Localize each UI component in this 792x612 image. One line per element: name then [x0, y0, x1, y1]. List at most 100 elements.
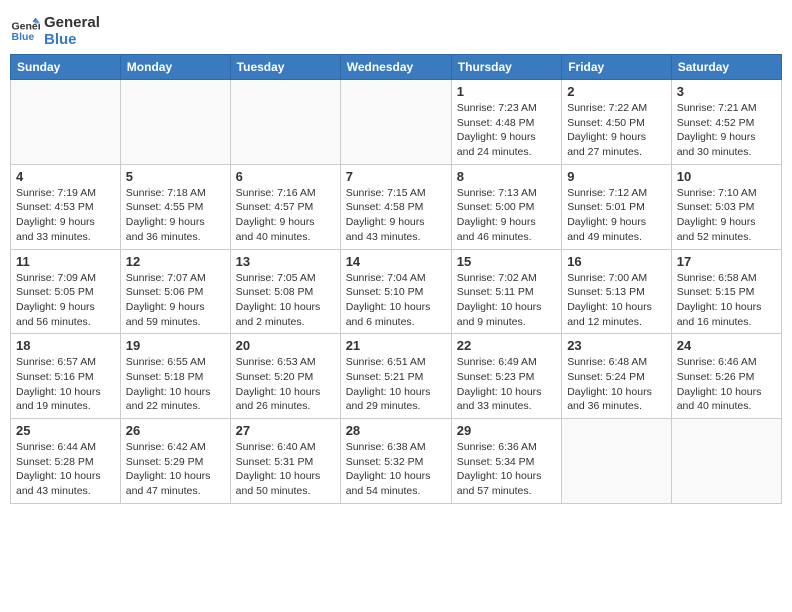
weekday-header-tuesday: Tuesday — [230, 55, 340, 80]
day-number: 10 — [677, 169, 776, 184]
day-info: Sunrise: 7:13 AM Sunset: 5:00 PM Dayligh… — [457, 186, 556, 245]
calendar-cell — [11, 80, 121, 165]
day-info: Sunrise: 6:36 AM Sunset: 5:34 PM Dayligh… — [457, 440, 556, 499]
calendar-cell: 25Sunrise: 6:44 AM Sunset: 5:28 PM Dayli… — [11, 419, 121, 504]
calendar-cell: 10 Sunrise: 7:10 AM Sunset: 5:03 PM Dayli… — [671, 164, 781, 249]
day-info: Sunrise: 6:49 AM Sunset: 5:23 PM Dayligh… — [457, 355, 556, 414]
calendar-cell: 4 Sunrise: 7:19 AM Sunset: 4:53 PM Daylig… — [11, 164, 121, 249]
day-number: 12 — [126, 254, 225, 269]
day-info: Sunrise: 6:48 AM Sunset: 5:24 PM Dayligh… — [567, 355, 666, 414]
calendar-cell: 20 Sunrise: 6:53 AM Sunset: 5:20 PM Dayli… — [230, 334, 340, 419]
day-info: Sunrise: 7:10 AM Sunset: 5:03 PM Dayligh… — [677, 186, 776, 245]
day-info: Sunrise: 7:07 AM Sunset: 5:06 PM Dayligh… — [126, 271, 225, 330]
calendar-cell: 29 Sunrise: 6:36 AM Sunset: 5:34 PM Dayli… — [451, 419, 561, 504]
day-number: 8 — [457, 169, 556, 184]
day-number: 5 — [126, 169, 225, 184]
day-info: Sunrise: 7:21 AM Sunset: 4:52 PM Dayligh… — [677, 101, 776, 160]
day-number: 11 — [16, 254, 115, 269]
day-info: Sunrise: 6:51 AM Sunset: 5:21 PM Dayligh… — [346, 355, 446, 414]
calendar-cell — [340, 80, 451, 165]
calendar-cell: 3Sunrise: 7:21 AM Sunset: 4:52 PM Daylig… — [671, 80, 781, 165]
calendar-cell — [562, 419, 672, 504]
calendar-cell: 27 Sunrise: 6:40 AM Sunset: 5:31 PM Dayli… — [230, 419, 340, 504]
day-number: 26 — [126, 423, 225, 438]
calendar-cell: 2 Sunrise: 7:22 AM Sunset: 4:50 PM Daylig… — [562, 80, 672, 165]
calendar-cell: 1 Sunrise: 7:23 AM Sunset: 4:48 PM Daylig… — [451, 80, 561, 165]
day-number: 19 — [126, 338, 225, 353]
day-number: 24 — [677, 338, 776, 353]
calendar-cell: 22 Sunrise: 6:49 AM Sunset: 5:23 PM Dayli… — [451, 334, 561, 419]
day-number: 15 — [457, 254, 556, 269]
day-info: Sunrise: 6:42 AM Sunset: 5:29 PM Dayligh… — [126, 440, 225, 499]
weekday-header-wednesday: Wednesday — [340, 55, 451, 80]
calendar-cell: 23 Sunrise: 6:48 AM Sunset: 5:24 PM Dayli… — [562, 334, 672, 419]
day-info: Sunrise: 6:53 AM Sunset: 5:20 PM Dayligh… — [236, 355, 335, 414]
day-info: Sunrise: 7:19 AM Sunset: 4:53 PM Dayligh… — [16, 186, 115, 245]
weekday-header-thursday: Thursday — [451, 55, 561, 80]
weekday-header-monday: Monday — [120, 55, 230, 80]
day-info: Sunrise: 7:09 AM Sunset: 5:05 PM Dayligh… — [16, 271, 115, 330]
day-number: 4 — [16, 169, 115, 184]
calendar-cell: 14 Sunrise: 7:04 AM Sunset: 5:10 PM Dayli… — [340, 249, 451, 334]
day-info: Sunrise: 7:04 AM Sunset: 5:10 PM Dayligh… — [346, 271, 446, 330]
day-info: Sunrise: 7:15 AM Sunset: 4:58 PM Dayligh… — [346, 186, 446, 245]
day-info: Sunrise: 7:22 AM Sunset: 4:50 PM Dayligh… — [567, 101, 666, 160]
day-info: Sunrise: 6:38 AM Sunset: 5:32 PM Dayligh… — [346, 440, 446, 499]
day-number: 16 — [567, 254, 666, 269]
calendar-cell: 24 Sunrise: 6:46 AM Sunset: 5:26 PM Dayli… — [671, 334, 781, 419]
calendar: SundayMondayTuesdayWednesdayThursdayFrid… — [10, 54, 782, 504]
day-info: Sunrise: 6:40 AM Sunset: 5:31 PM Dayligh… — [236, 440, 335, 499]
logo-blue: Blue — [44, 31, 100, 48]
week-row-5: 25Sunrise: 6:44 AM Sunset: 5:28 PM Dayli… — [11, 419, 782, 504]
day-number: 2 — [567, 84, 666, 99]
day-number: 28 — [346, 423, 446, 438]
logo: General Blue General Blue — [10, 14, 100, 48]
calendar-cell: 18Sunrise: 6:57 AM Sunset: 5:16 PM Dayli… — [11, 334, 121, 419]
week-row-2: 4 Sunrise: 7:19 AM Sunset: 4:53 PM Daylig… — [11, 164, 782, 249]
calendar-cell: 26 Sunrise: 6:42 AM Sunset: 5:29 PM Dayli… — [120, 419, 230, 504]
calendar-cell: 28 Sunrise: 6:38 AM Sunset: 5:32 PM Dayli… — [340, 419, 451, 504]
calendar-cell: 7Sunrise: 7:15 AM Sunset: 4:58 PM Daylig… — [340, 164, 451, 249]
calendar-cell: 9Sunrise: 7:12 AM Sunset: 5:01 PM Daylig… — [562, 164, 672, 249]
calendar-cell: 17Sunrise: 6:58 AM Sunset: 5:15 PM Dayli… — [671, 249, 781, 334]
day-info: Sunrise: 7:23 AM Sunset: 4:48 PM Dayligh… — [457, 101, 556, 160]
day-number: 6 — [236, 169, 335, 184]
calendar-cell: 16Sunrise: 7:00 AM Sunset: 5:13 PM Dayli… — [562, 249, 672, 334]
day-number: 29 — [457, 423, 556, 438]
calendar-cell: 21 Sunrise: 6:51 AM Sunset: 5:21 PM Dayli… — [340, 334, 451, 419]
day-info: Sunrise: 7:05 AM Sunset: 5:08 PM Dayligh… — [236, 271, 335, 330]
day-number: 13 — [236, 254, 335, 269]
day-number: 1 — [457, 84, 556, 99]
calendar-cell: 5 Sunrise: 7:18 AM Sunset: 4:55 PM Daylig… — [120, 164, 230, 249]
calendar-cell: 12 Sunrise: 7:07 AM Sunset: 5:06 PM Dayli… — [120, 249, 230, 334]
calendar-cell — [230, 80, 340, 165]
calendar-cell — [120, 80, 230, 165]
week-row-3: 11 Sunrise: 7:09 AM Sunset: 5:05 PM Dayli… — [11, 249, 782, 334]
day-info: Sunrise: 7:02 AM Sunset: 5:11 PM Dayligh… — [457, 271, 556, 330]
header: General Blue General Blue — [10, 10, 782, 48]
day-info: Sunrise: 6:58 AM Sunset: 5:15 PM Dayligh… — [677, 271, 776, 330]
day-number: 21 — [346, 338, 446, 353]
day-number: 27 — [236, 423, 335, 438]
day-number: 20 — [236, 338, 335, 353]
day-info: Sunrise: 6:46 AM Sunset: 5:26 PM Dayligh… — [677, 355, 776, 414]
day-info: Sunrise: 6:55 AM Sunset: 5:18 PM Dayligh… — [126, 355, 225, 414]
day-info: Sunrise: 7:12 AM Sunset: 5:01 PM Dayligh… — [567, 186, 666, 245]
day-info: Sunrise: 6:57 AM Sunset: 5:16 PM Dayligh… — [16, 355, 115, 414]
week-row-4: 18Sunrise: 6:57 AM Sunset: 5:16 PM Dayli… — [11, 334, 782, 419]
weekday-header-saturday: Saturday — [671, 55, 781, 80]
day-number: 14 — [346, 254, 446, 269]
logo-general: General — [44, 14, 100, 31]
calendar-cell: 13 Sunrise: 7:05 AM Sunset: 5:08 PM Dayli… — [230, 249, 340, 334]
svg-text:Blue: Blue — [12, 31, 35, 43]
day-info: Sunrise: 7:18 AM Sunset: 4:55 PM Dayligh… — [126, 186, 225, 245]
day-number: 23 — [567, 338, 666, 353]
calendar-cell: 15 Sunrise: 7:02 AM Sunset: 5:11 PM Dayli… — [451, 249, 561, 334]
calendar-cell: 8 Sunrise: 7:13 AM Sunset: 5:00 PM Daylig… — [451, 164, 561, 249]
calendar-cell — [671, 419, 781, 504]
week-row-1: 1 Sunrise: 7:23 AM Sunset: 4:48 PM Daylig… — [11, 80, 782, 165]
weekday-header-friday: Friday — [562, 55, 672, 80]
weekday-header-sunday: Sunday — [11, 55, 121, 80]
logo-icon: General Blue — [10, 16, 40, 46]
day-number: 22 — [457, 338, 556, 353]
